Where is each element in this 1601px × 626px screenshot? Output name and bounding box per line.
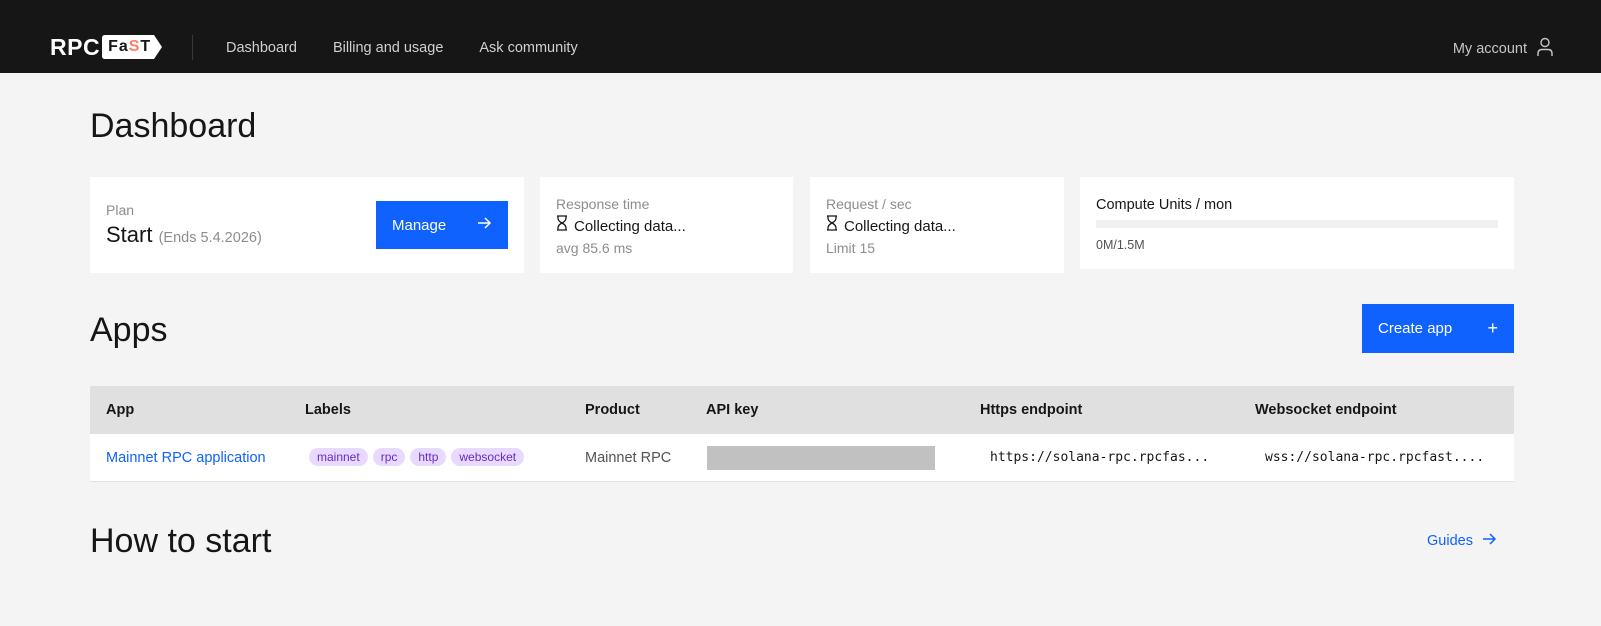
column-websocket-endpoint: Websocket endpoint (1255, 402, 1397, 418)
https-endpoint-value[interactable]: https://solana-rpc.rpcfas... (990, 449, 1209, 467)
my-account-label: My account (1452, 41, 1527, 57)
header-divider (192, 35, 193, 60)
column-labels: Labels (305, 402, 351, 418)
requests-value: Collecting data... (826, 215, 956, 238)
plan-card: Plan Start (Ends 5.4.2026) Manage (90, 177, 524, 273)
response-time-status: Collecting data... (574, 217, 686, 235)
compute-units-progress-bar (1096, 220, 1498, 228)
response-time-avg: avg 85.6 ms (556, 240, 633, 256)
column-api-key: API key (706, 402, 759, 418)
response-time-label: Response time (556, 196, 650, 212)
logo-fast-a: Fa (108, 38, 129, 55)
user-icon (1537, 37, 1553, 61)
column-product: Product (585, 402, 640, 418)
rpcfast-logo[interactable]: RPC FaST (50, 34, 163, 60)
app-product: Mainnet RPC (585, 450, 672, 466)
nav-ask-community[interactable]: Ask community (479, 38, 577, 58)
app-name-link[interactable]: Mainnet RPC application (106, 449, 266, 467)
requests-per-sec-card: Request / sec Collecting data... Limit 1… (810, 177, 1064, 273)
page-title: Dashboard (90, 107, 257, 145)
plan-name: Start (Ends 5.4.2026) (106, 221, 262, 252)
compute-units-card: Compute Units / mon 0M/1.5M (1080, 177, 1514, 269)
how-to-start-title: How to start (90, 522, 272, 560)
label-tag: mainnet (309, 448, 368, 466)
plan-ends-date: (Ends 5.4.2026) (158, 230, 262, 246)
plan-label: Plan (106, 202, 135, 218)
manage-button[interactable]: Manage (376, 201, 508, 249)
apps-table: App Labels Product API key Https endpoin… (90, 386, 1514, 482)
response-time-card: Response time Collecting data... avg 85.… (540, 177, 793, 273)
hourglass-icon (556, 215, 568, 238)
label-tag: websocket (451, 448, 525, 466)
guides-link[interactable]: Guides (1427, 531, 1497, 551)
logo-rpc-text: RPC (50, 34, 101, 60)
label-tag: rpc (372, 448, 406, 466)
logo-fast-s: S (128, 38, 141, 55)
plus-icon: + (1487, 318, 1498, 338)
apps-table-header: App Labels Product API key Https endpoin… (90, 386, 1514, 434)
label-tag: http (410, 448, 447, 466)
top-header: RPC FaST Dashboard Billing and usage Ask… (0, 0, 1601, 73)
requests-status: Collecting data... (844, 217, 956, 235)
arrow-right-icon (1481, 531, 1497, 551)
compute-units-label: Compute Units / mon (1096, 197, 1233, 213)
table-row[interactable]: Mainnet RPC application mainnet rpc http… (90, 434, 1514, 482)
requests-label: Request / sec (826, 196, 912, 212)
guides-label: Guides (1427, 533, 1473, 549)
column-app: App (106, 402, 135, 418)
logo-fast-badge: FaST (102, 35, 163, 59)
compute-units-value: 0M/1.5M (1096, 238, 1145, 252)
requests-limit: Limit 15 (826, 240, 876, 256)
api-key-masked[interactable] (707, 446, 935, 470)
plan-name-value: Start (106, 222, 153, 247)
app-labels: mainnet rpc http websocket (309, 448, 525, 466)
websocket-endpoint-value[interactable]: wss://solana-rpc.rpcfast.... (1265, 449, 1484, 467)
arrow-right-icon (476, 215, 492, 235)
nav-dashboard[interactable]: Dashboard (226, 38, 297, 58)
manage-button-label: Manage (392, 216, 447, 234)
logo-fast-t: T (140, 38, 152, 55)
main-nav: Dashboard Billing and usage Ask communit… (226, 38, 578, 58)
hourglass-icon (826, 215, 838, 238)
nav-billing-and-usage[interactable]: Billing and usage (333, 38, 443, 58)
column-https-endpoint: Https endpoint (980, 402, 1083, 418)
my-account-button[interactable]: My account (1453, 37, 1553, 61)
response-time-value: Collecting data... (556, 215, 686, 238)
create-app-button[interactable]: Create app + (1362, 304, 1514, 353)
create-app-label: Create app (1378, 320, 1453, 337)
apps-section-title: Apps (90, 311, 168, 349)
